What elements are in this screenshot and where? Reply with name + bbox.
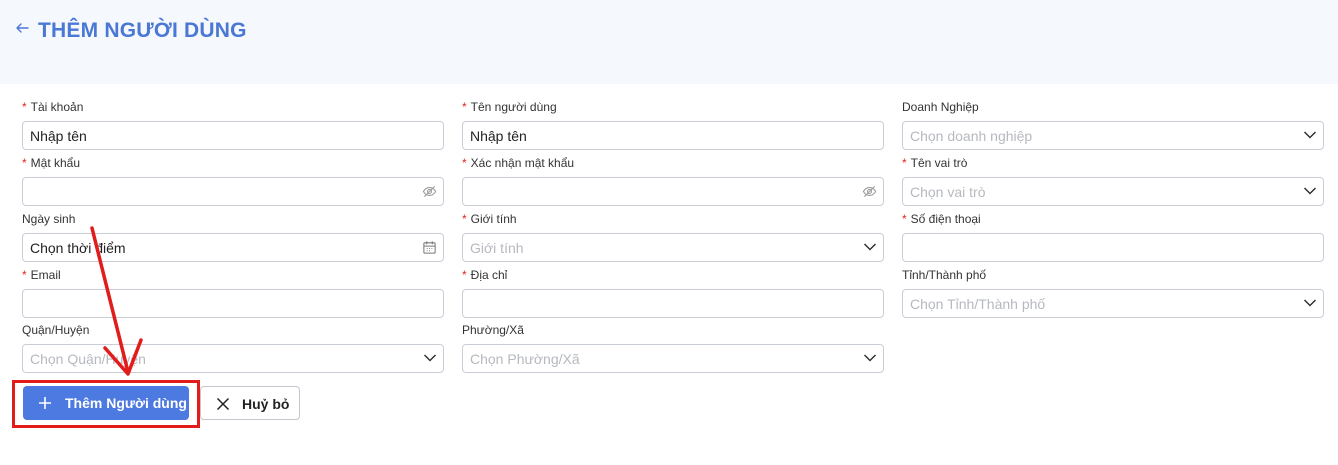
password-label: * Mật khẩu xyxy=(22,156,81,170)
role-select-placeholder: Chọn vai trò xyxy=(910,184,986,200)
password-input[interactable] xyxy=(22,177,444,206)
username-input[interactable]: Nhập tên xyxy=(462,121,884,150)
district-label: Quận/Huyện xyxy=(22,323,90,337)
role-label: * Tên vai trò xyxy=(902,156,968,170)
chevron-down-icon xyxy=(1303,299,1317,307)
required-mark: * xyxy=(902,156,907,170)
cancel-button[interactable]: Huỷ bỏ xyxy=(200,386,300,420)
chevron-down-icon xyxy=(1303,131,1317,139)
ward-select-placeholder: Chọn Phường/Xã xyxy=(470,351,580,367)
company-select-placeholder: Chọn doanh nghiệp xyxy=(910,128,1033,144)
page-header: THÊM NGƯỜI DÙNG xyxy=(0,0,1338,84)
role-select[interactable]: Chọn vai trò xyxy=(902,177,1324,206)
phone-label: * Số điện thoại xyxy=(902,212,981,226)
required-mark: * xyxy=(462,156,467,170)
province-select[interactable]: Chọn Tỉnh/Thành phố xyxy=(902,289,1324,318)
add-user-button[interactable]: Thêm Người dùng xyxy=(23,386,189,420)
birthday-datepicker[interactable]: Chọn thời điểm xyxy=(22,233,444,262)
province-label: Tỉnh/Thành phố xyxy=(902,268,987,282)
chevron-down-icon xyxy=(863,243,877,251)
required-mark: * xyxy=(462,100,467,114)
company-label: Doanh Nghiệp xyxy=(902,100,979,114)
calendar-icon[interactable] xyxy=(422,240,437,255)
arrow-left-icon[interactable] xyxy=(14,20,30,36)
required-mark: * xyxy=(902,212,907,226)
district-select[interactable]: Chọn Quận/Huyện xyxy=(22,344,444,373)
gender-select-placeholder: Giới tính xyxy=(470,240,524,256)
birthday-datepicker-value: Chọn thời điểm xyxy=(30,240,126,256)
ward-select[interactable]: Chọn Phường/Xã xyxy=(462,344,884,373)
chevron-down-icon xyxy=(863,354,877,362)
add-user-form: * Tài khoản Nhập tên * Tên người dùng Nhập… xyxy=(0,84,1338,465)
email-input[interactable] xyxy=(22,289,444,318)
province-select-placeholder: Chọn Tỉnh/Thành phố xyxy=(910,296,1046,312)
username-label: * Tên người dùng xyxy=(462,100,557,114)
confirm-password-label: * Xác nhận mật khẩu xyxy=(462,156,575,170)
account-label: * Tài khoản xyxy=(22,100,84,114)
birthday-label: Ngày sinh xyxy=(22,212,76,226)
required-mark: * xyxy=(22,268,27,282)
phone-input[interactable] xyxy=(902,233,1324,262)
cancel-button-label: Huỷ bỏ xyxy=(242,396,290,412)
required-mark: * xyxy=(462,268,467,282)
gender-select[interactable]: Giới tính xyxy=(462,233,884,262)
email-label: * Email xyxy=(22,268,61,282)
eye-off-icon[interactable] xyxy=(422,184,437,199)
address-input[interactable] xyxy=(462,289,884,318)
add-user-button-label: Thêm Người dùng xyxy=(65,395,187,411)
page-title: THÊM NGƯỜI DÙNG xyxy=(38,19,247,42)
close-icon xyxy=(216,397,230,411)
chevron-down-icon xyxy=(423,354,437,362)
required-mark: * xyxy=(22,100,27,114)
gender-label: * Giới tính xyxy=(462,212,517,226)
ward-label: Phường/Xã xyxy=(462,323,524,337)
account-input[interactable]: Nhập tên xyxy=(22,121,444,150)
required-mark: * xyxy=(22,156,27,170)
username-input-value: Nhập tên xyxy=(470,128,527,144)
confirm-password-input[interactable] xyxy=(462,177,884,206)
account-input-value: Nhập tên xyxy=(30,128,87,144)
eye-off-icon[interactable] xyxy=(862,184,877,199)
required-mark: * xyxy=(462,212,467,226)
chevron-down-icon xyxy=(1303,187,1317,195)
company-select[interactable]: Chọn doanh nghiệp xyxy=(902,121,1324,150)
district-select-placeholder: Chọn Quận/Huyện xyxy=(30,351,146,367)
address-label: * Địa chỉ xyxy=(462,268,508,282)
plus-icon xyxy=(39,397,51,409)
